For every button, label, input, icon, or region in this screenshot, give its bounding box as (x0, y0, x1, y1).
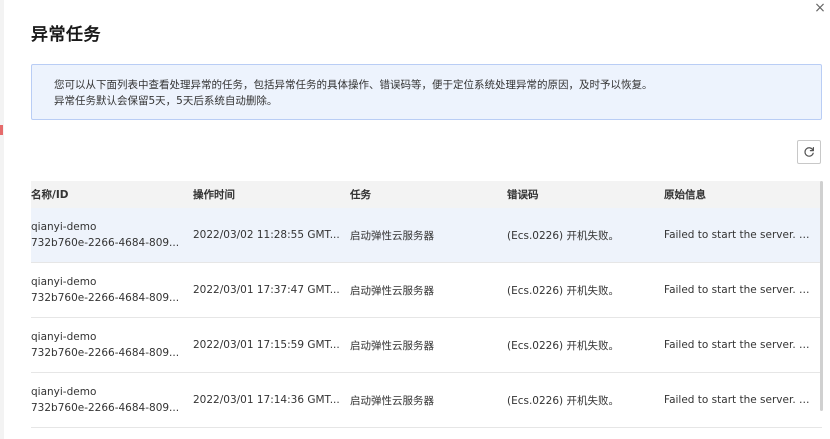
table-row[interactable]: qianyi-demo 732b760e-2266-4684-809... 20… (31, 373, 822, 428)
abnormal-tasks-dialog: × 异常任务 您可以从下面列表中查看处理异常的任务，包括异常任务的具体操作、错误… (4, 0, 830, 439)
background-accent (0, 125, 3, 135)
table-scrollbar[interactable] (820, 181, 823, 411)
refresh-button[interactable] (797, 140, 821, 164)
cell-name-id: qianyi-demo 732b760e-2266-4684-809... (31, 384, 193, 416)
col-header-label: 名称/ID (31, 189, 69, 201)
task-resource-name: qianyi-demo (31, 276, 97, 288)
col-header-time: 操作时间 (193, 189, 235, 201)
col-header-message: 原始信息 (664, 189, 706, 201)
cell-error-code: (Ecs.0226) 开机失败。 (507, 339, 619, 352)
cell-name-id: qianyi-demo 732b760e-2266-4684-809... (31, 219, 193, 251)
task-resource-name: qianyi-demo (31, 221, 97, 233)
table-row[interactable]: qianyi-demo 732b760e-2266-4684-809... 20… (31, 208, 822, 263)
close-icon[interactable]: × (812, 0, 828, 16)
task-resource-id: 732b760e-2266-4684-809... (31, 292, 180, 304)
refresh-icon (804, 147, 814, 157)
dialog-title: 异常任务 (31, 25, 101, 45)
info-notice: 您可以从下面列表中查看处理异常的任务，包括异常任务的具体操作、错误码等，便于定位… (31, 64, 822, 120)
task-resource-name: qianyi-demo (31, 386, 97, 398)
col-header-error-code: 错误码 (507, 189, 539, 201)
abnormal-task-table: 名称/ID 操作时间 任务 错误码 原始信息 qianyi-demo 732b7… (31, 181, 822, 428)
cell-time: 2022/03/01 17:15:59 GMT... (193, 339, 340, 351)
task-resource-id: 732b760e-2266-4684-809... (31, 402, 180, 414)
task-resource-id: 732b760e-2266-4684-809... (31, 237, 180, 249)
task-resource-name: qianyi-demo (31, 331, 97, 343)
task-resource-id: 732b760e-2266-4684-809... (31, 347, 180, 359)
cell-error-code: (Ecs.0226) 开机失败。 (507, 229, 619, 242)
table-row[interactable]: qianyi-demo 732b760e-2266-4684-809... 20… (31, 263, 822, 318)
table-row[interactable]: qianyi-demo 732b760e-2266-4684-809... 20… (31, 318, 822, 373)
col-header-name-id: 名称/ID (31, 187, 193, 202)
cell-time: 2022/03/01 17:14:36 GMT... (193, 394, 340, 406)
col-header-task: 任务 (350, 189, 371, 201)
cell-time: 2022/03/01 17:37:47 GMT... (193, 284, 340, 296)
cell-task: 启动弹性云服务器 (350, 229, 434, 242)
cell-task: 启动弹性云服务器 (350, 394, 434, 407)
cell-name-id: qianyi-demo 732b760e-2266-4684-809... (31, 274, 193, 306)
cell-message: Failed to start the server. T... (664, 229, 815, 241)
cell-name-id: qianyi-demo 732b760e-2266-4684-809... (31, 329, 193, 361)
cell-error-code: (Ecs.0226) 开机失败。 (507, 394, 619, 407)
table-header: 名称/ID 操作时间 任务 错误码 原始信息 (31, 181, 822, 208)
cell-message: Failed to start the server. T... (664, 339, 815, 351)
notice-line-1: 您可以从下面列表中查看处理异常的任务，包括异常任务的具体操作、错误码等，便于定位… (54, 79, 653, 91)
cell-error-code: (Ecs.0226) 开机失败。 (507, 284, 619, 297)
cell-task: 启动弹性云服务器 (350, 284, 434, 297)
cell-task: 启动弹性云服务器 (350, 339, 434, 352)
cell-message: Failed to start the server. T... (664, 284, 815, 296)
notice-line-2: 异常任务默认会保留5天，5天后系统自动删除。 (54, 95, 278, 107)
cell-time: 2022/03/02 11:28:55 GMT... (193, 229, 340, 241)
cell-message: Failed to start the server. T... (664, 394, 815, 406)
